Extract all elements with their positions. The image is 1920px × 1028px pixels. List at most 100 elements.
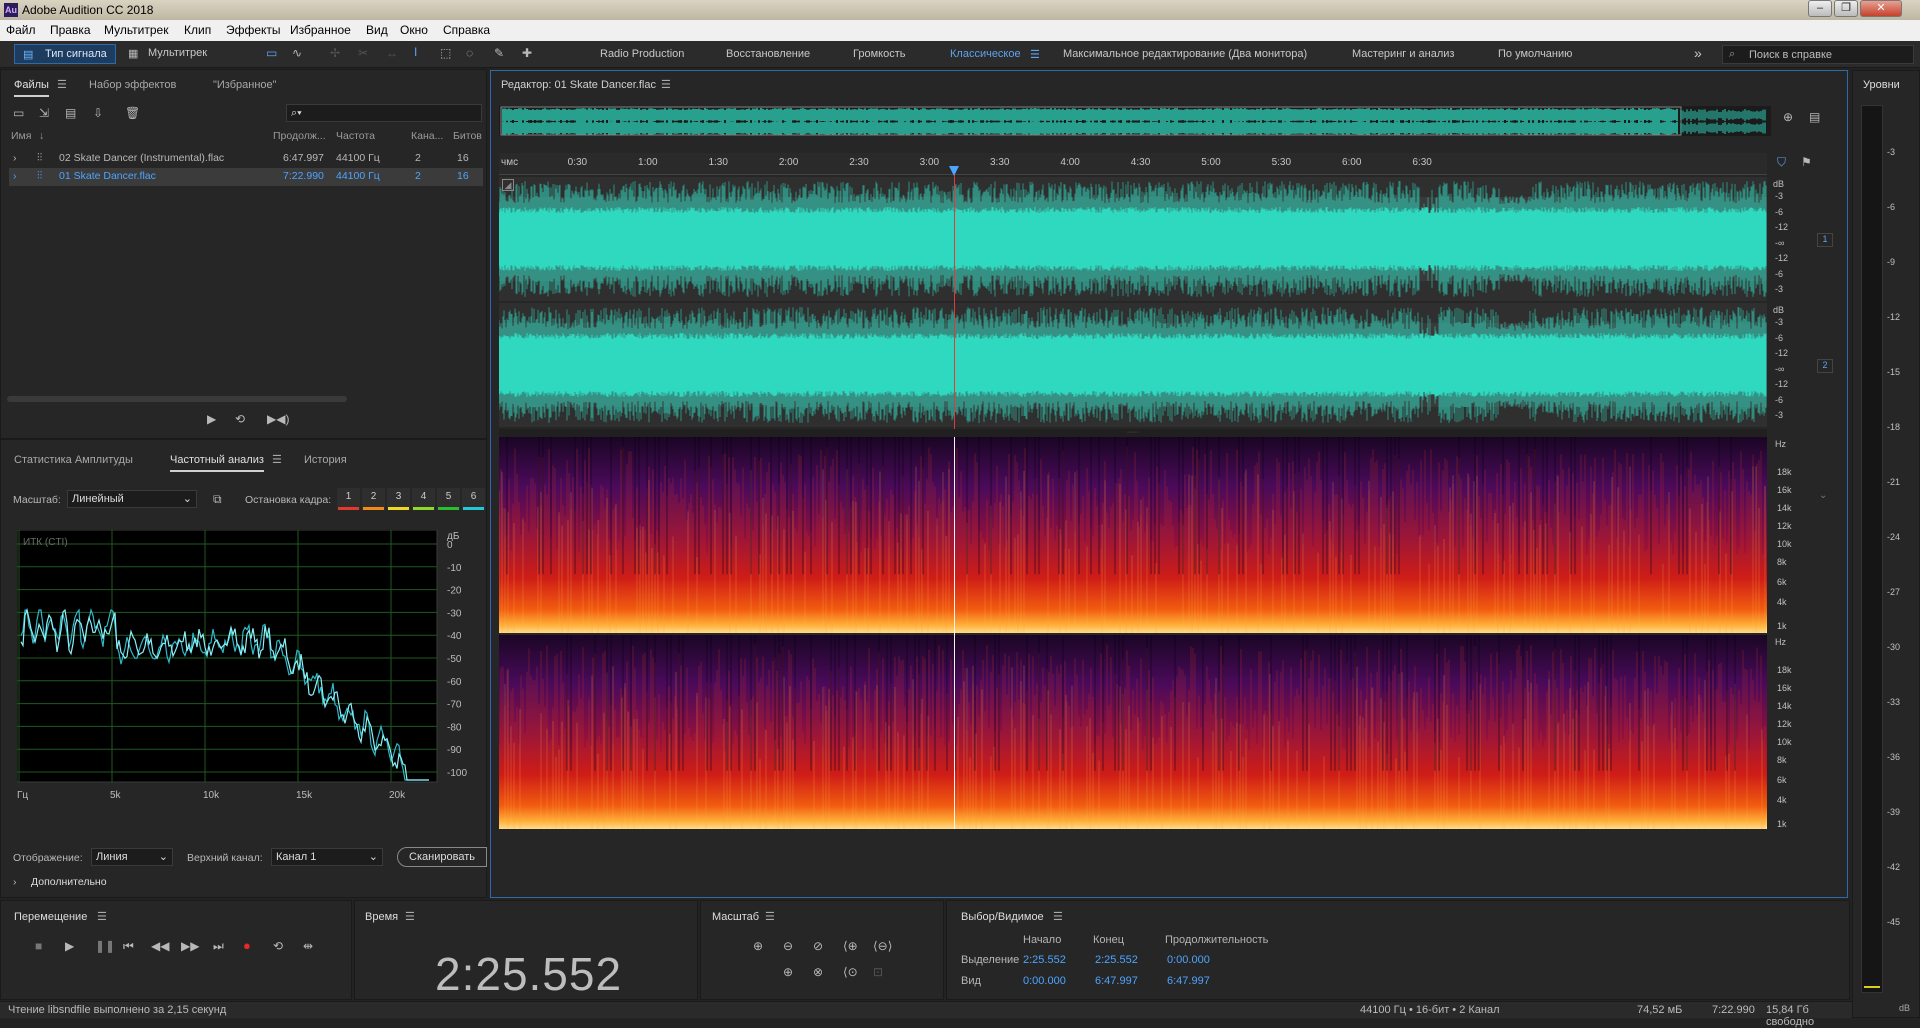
skip-to-start-icon[interactable]: ⏮ <box>123 939 134 954</box>
tab-effects-rack[interactable]: Набор эффектов <box>89 79 176 91</box>
snapshot-icon[interactable]: ⧉ <box>213 492 222 507</box>
selection-menu-icon[interactable]: ☰ <box>1053 910 1063 923</box>
display-select[interactable]: Линия ⌄ <box>91 848 173 866</box>
top-channel-select[interactable]: Канал 1 ⌄ <box>271 848 383 866</box>
record-icon[interactable]: ● <box>243 938 251 953</box>
menu-edit[interactable]: Правка <box>50 23 91 37</box>
move-tool-icon[interactable]: ✢ <box>330 46 340 60</box>
freeze-frame-button[interactable]: 2 <box>362 488 385 510</box>
workspace-classic[interactable]: Классическое <box>950 48 1021 60</box>
expand-chevron-icon[interactable]: › <box>13 170 17 182</box>
skip-to-end-icon[interactable]: ⏭ <box>213 939 224 954</box>
menu-file[interactable]: Файл <box>6 23 36 37</box>
lasso-tool-icon[interactable]: ◌ <box>466 46 473 60</box>
autoplay-icon[interactable]: ▶◀) <box>267 412 289 426</box>
marquee-tool-icon[interactable]: ⬚ <box>440 46 451 60</box>
scan-button[interactable]: Сканировать <box>397 847 487 867</box>
play-icon[interactable]: ▶ <box>65 939 74 953</box>
zoom-menu-icon[interactable]: ☰ <box>765 910 775 923</box>
channel-1-toggle[interactable]: 1 <box>1817 233 1833 247</box>
tab-frequency-analysis[interactable]: Частотный анализ <box>170 454 264 472</box>
col-channels[interactable]: Кана... <box>411 130 443 142</box>
zoom-in-right-icon[interactable]: ⊗ <box>813 965 823 979</box>
freeze-frame-button[interactable]: 4 <box>412 488 435 510</box>
tab-amplitude-stats[interactable]: Статистика Амплитуды <box>14 454 133 466</box>
selection-start-field[interactable]: 2:25.552 <box>1023 954 1066 966</box>
menu-window[interactable]: Окно <box>400 23 428 37</box>
view-duration-field[interactable]: 6:47.997 <box>1167 975 1210 987</box>
view-divider-handle[interactable]: ∙∙∙∙∙∙ <box>499 429 1767 437</box>
editor-menu-icon[interactable]: ☰ <box>661 78 671 91</box>
multitrack-mode-button[interactable]: ▦ Мультитрек <box>124 44 220 64</box>
menu-view[interactable]: Вид <box>366 23 388 37</box>
slip-tool-icon[interactable]: ↔ <box>386 46 398 60</box>
workspace-restoration[interactable]: Восстановление <box>726 48 810 60</box>
waveform-channel-2[interactable] <box>498 303 1767 427</box>
zoom-out-time-icon[interactable]: ⟨⊖⟩ <box>873 939 892 953</box>
spectrogram-channel-2[interactable] <box>499 635 1767 829</box>
workspace-edit-dual[interactable]: Максимальное редактирование (Два монитор… <box>1063 48 1307 60</box>
transport-menu-icon[interactable]: ☰ <box>97 910 107 923</box>
time-selection-tool-icon[interactable]: I <box>414 45 417 59</box>
zoom-selection-disabled-icon[interactable]: ⊡ <box>873 965 883 979</box>
freeze-frame-button[interactable]: 5 <box>437 488 460 510</box>
workspace-default[interactable]: По умолчанию <box>1498 48 1572 60</box>
scale-select[interactable]: Линейный ⌄ <box>67 490 197 508</box>
spectral-view-icon[interactable]: ∿ <box>292 46 302 60</box>
insert-file-icon[interactable]: ⇩ <box>93 106 103 120</box>
razor-tool-icon[interactable]: ✂ <box>358 46 368 60</box>
fast-forward-icon[interactable]: ▶▶ <box>181 939 199 953</box>
zoom-to-selection-icon[interactable]: ⊕ <box>1783 110 1793 124</box>
waveform-view-icon[interactable]: ▭ <box>266 46 277 60</box>
open-file-icon[interactable]: ▭ <box>13 106 24 120</box>
marker-icon[interactable]: ⚑ <box>1801 155 1812 169</box>
col-name[interactable]: Имя <box>11 130 31 142</box>
waveform-mode-button[interactable]: ▤ Тип сигнала <box>14 44 116 64</box>
skip-selection-icon[interactable]: ⇹ <box>303 939 313 953</box>
selection-duration-field[interactable]: 0:00.000 <box>1167 954 1210 966</box>
view-end-field[interactable]: 6:47.997 <box>1095 975 1138 987</box>
menu-favorites[interactable]: Избранное <box>290 23 351 37</box>
files-search-input[interactable]: ⌕▾ <box>286 104 482 122</box>
tab-files[interactable]: Файлы <box>14 79 49 97</box>
tab-history[interactable]: История <box>304 454 347 466</box>
zoom-in-left-icon[interactable]: ⊕ <box>783 965 793 979</box>
zoom-out-amplitude-icon[interactable]: ⊖ <box>783 939 793 953</box>
spectrogram-channel-1[interactable] <box>499 437 1767 633</box>
advanced-toggle[interactable]: Дополнительно <box>31 876 107 888</box>
zoom-out-full-icon[interactable]: ⊘ <box>813 939 823 953</box>
table-row[interactable]: › ⫶⫶ 02 Skate Dancer (Instrumental).flac… <box>9 150 483 168</box>
col-duration[interactable]: Продолж... <box>273 130 326 142</box>
menu-effects[interactable]: Эффекты <box>226 23 281 37</box>
menu-clip[interactable]: Клип <box>184 23 211 37</box>
zoom-in-amplitude-icon[interactable]: ⊕ <box>753 939 763 953</box>
overview-menu-icon[interactable]: ▤ <box>1809 110 1820 124</box>
selection-end-field[interactable]: 2:25.552 <box>1095 954 1138 966</box>
import-file-icon[interactable]: ⇲ <box>39 106 49 120</box>
time-ruler[interactable]: чмс 0:30 1:00 1:30 2:00 2:30 3:00 3:30 4:00 4:30… <box>499 153 1767 175</box>
snap-icon[interactable]: ⛉ <box>1777 155 1786 170</box>
menu-help[interactable]: Справка <box>443 23 490 37</box>
chevron-right-icon[interactable]: › <box>13 876 17 888</box>
col-rate[interactable]: Частота <box>336 130 375 142</box>
overview-bar[interactable] <box>499 106 1771 136</box>
rewind-icon[interactable]: ◀◀ <box>151 939 169 953</box>
waveform-channel-1[interactable]: ◢ <box>498 177 1767 301</box>
spot-healing-icon[interactable]: ✚ <box>522 46 532 60</box>
brush-tool-icon[interactable]: ✎ <box>494 46 504 60</box>
table-row[interactable]: › ⫶⫶ 01 Skate Dancer.flac 7:22.990 44100… <box>9 168 483 186</box>
files-panel-menu-icon[interactable]: ☰ <box>57 78 67 91</box>
workspace-mastering[interactable]: Мастеринг и анализ <box>1352 48 1454 60</box>
minimize-button[interactable]: – <box>1808 0 1832 17</box>
close-button[interactable]: ✕ <box>1860 0 1902 17</box>
freeze-frame-button[interactable]: 3 <box>387 488 410 510</box>
view-start-field[interactable]: 0:00.000 <box>1023 975 1066 987</box>
new-file-icon[interactable]: ▤ <box>65 106 76 120</box>
time-menu-icon[interactable]: ☰ <box>405 910 415 923</box>
files-scrollbar[interactable] <box>7 396 347 402</box>
delete-file-icon[interactable]: 🗑 <box>125 106 140 120</box>
maximize-button[interactable]: ❐ <box>1834 0 1858 17</box>
analysis-menu-icon[interactable]: ☰ <box>272 453 282 466</box>
stop-icon[interactable]: ■ <box>35 939 42 953</box>
expand-chevron-icon[interactable]: › <box>13 152 17 164</box>
